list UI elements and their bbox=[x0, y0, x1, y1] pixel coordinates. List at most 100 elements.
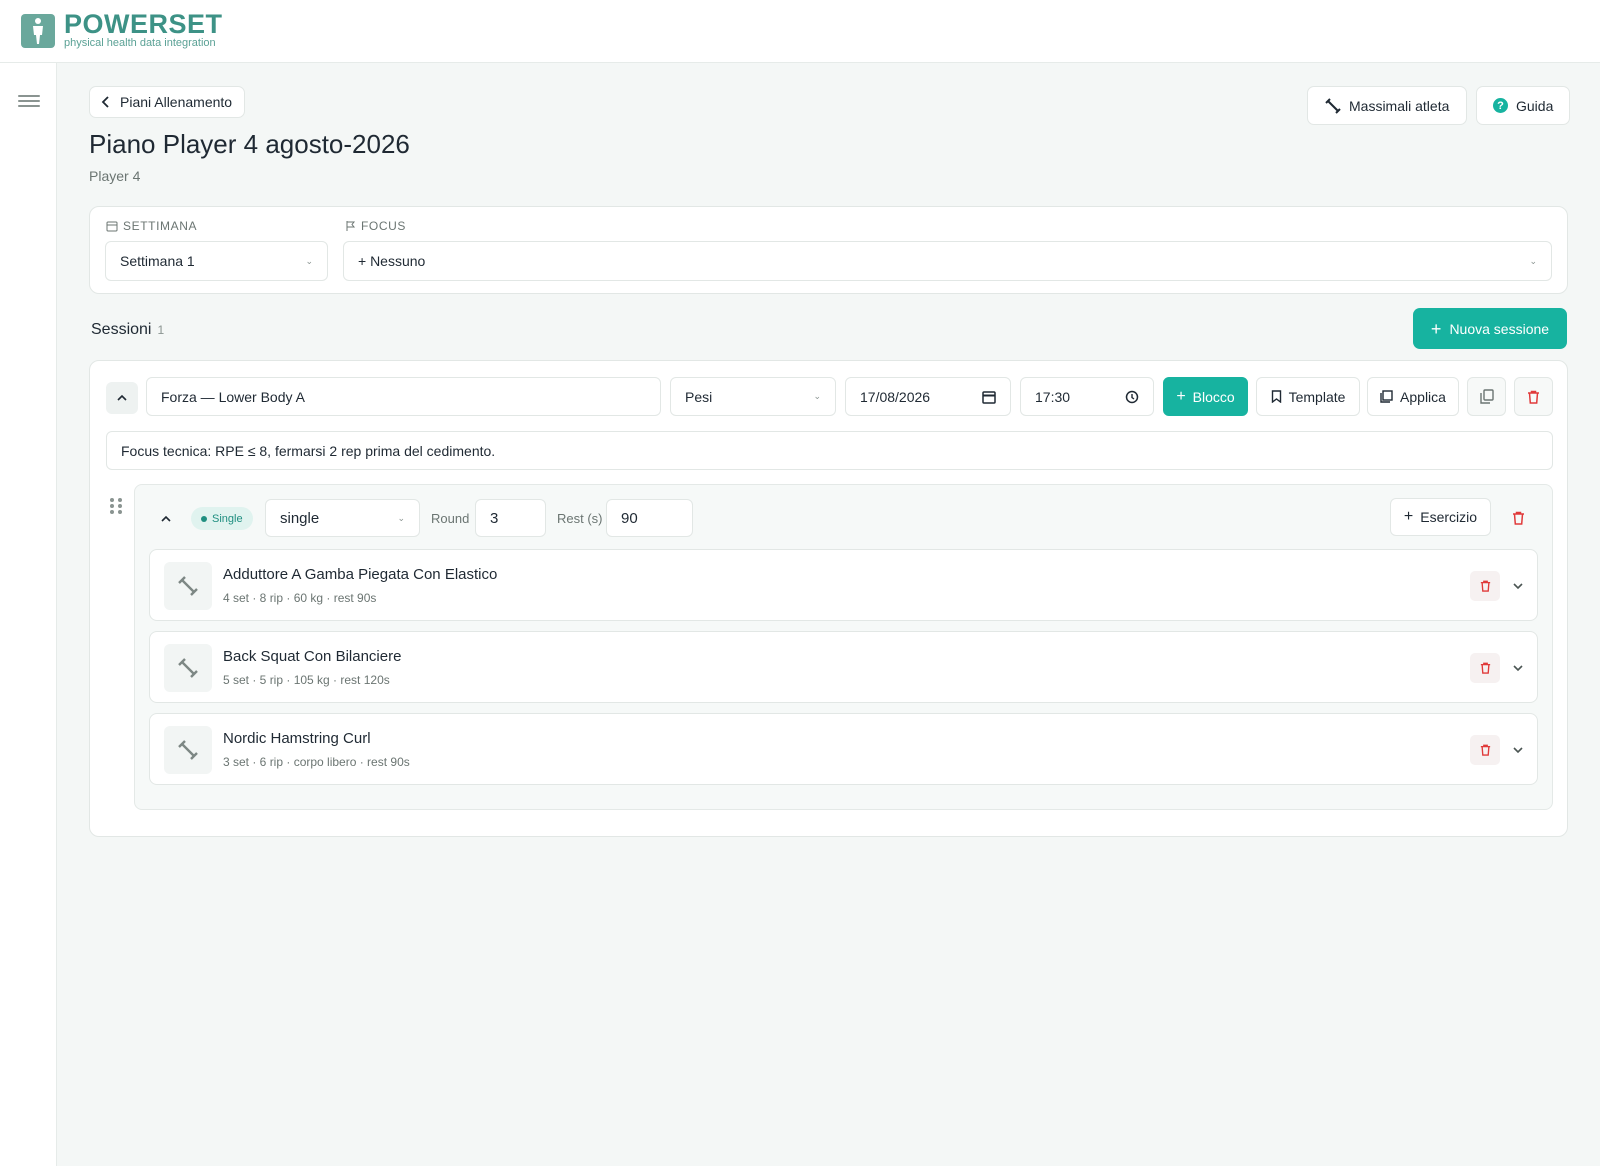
athlete-max-label: Massimali atleta bbox=[1349, 97, 1450, 114]
sessions-heading-text: Sessioni bbox=[91, 321, 152, 338]
template-label: Template bbox=[1288, 388, 1346, 405]
apply-label: Applica bbox=[1400, 388, 1446, 405]
chevron-up-icon bbox=[161, 515, 171, 522]
exercise-row[interactable]: Back Squat Con Bilanciere 5 set · 5 rip … bbox=[149, 631, 1538, 703]
plus-icon: + bbox=[1176, 387, 1186, 405]
exercise-name: Back Squat Con Bilanciere bbox=[223, 648, 402, 665]
week-select-value: Settimana 1 bbox=[120, 253, 195, 269]
collapse-session-button[interactable] bbox=[106, 382, 138, 414]
chevron-down-icon: ⌄ bbox=[397, 512, 405, 523]
add-block-label: Blocco bbox=[1192, 388, 1235, 405]
chevron-up-icon bbox=[117, 394, 127, 401]
dumbbell-icon bbox=[164, 726, 212, 774]
drag-handle-icon[interactable] bbox=[110, 498, 122, 514]
focus-select-value: + Nessuno bbox=[358, 253, 426, 269]
brand-name: POWERSET bbox=[64, 9, 223, 39]
round-input[interactable]: 3 bbox=[475, 499, 546, 537]
block-kind-value: single bbox=[280, 509, 320, 527]
week-select[interactable]: Settimana 1 ⌄ bbox=[105, 241, 328, 281]
dumbbell-icon bbox=[1325, 97, 1341, 114]
session-notes-input[interactable]: Focus tecnica: RPE ≤ 8, fermarsi 2 rep p… bbox=[106, 431, 1553, 470]
template-button[interactable]: Template bbox=[1256, 377, 1360, 416]
trash-icon bbox=[1480, 662, 1490, 674]
add-block-button[interactable]: + Blocco bbox=[1163, 377, 1248, 416]
plus-icon: + bbox=[1403, 508, 1414, 525]
trash-icon bbox=[1512, 511, 1524, 525]
top-bar: POWERSET physical health data integratio… bbox=[0, 0, 1600, 63]
page-subtitle: Player 4 bbox=[89, 168, 141, 184]
block-type-badge: Single bbox=[191, 507, 253, 530]
page-title: Piano Player 4 agosto-2026 bbox=[89, 129, 410, 159]
back-button-label: Piani Allenamento bbox=[120, 94, 233, 110]
week-label-text: SETTIMANA bbox=[123, 219, 198, 233]
focus-label-text: FOCUS bbox=[361, 219, 406, 233]
focus-filter-label: FOCUS bbox=[345, 219, 406, 233]
bookmark-icon bbox=[1271, 390, 1281, 403]
exercise-name: Adduttore A Gamba Piegata Con Elastico bbox=[223, 566, 498, 583]
session-notes-value: Focus tecnica: RPE ≤ 8, fermarsi 2 rep p… bbox=[121, 442, 496, 459]
session-time-input[interactable]: 17:30 bbox=[1020, 377, 1154, 416]
back-button[interactable]: Piani Allenamento bbox=[89, 86, 246, 118]
rest-label: Rest (s) bbox=[557, 511, 603, 526]
duplicate-session-button[interactable] bbox=[1467, 377, 1506, 416]
block-kind-select[interactable]: single ⌄ bbox=[265, 499, 420, 537]
rest-value: 90 bbox=[621, 509, 638, 527]
delete-session-button[interactable] bbox=[1514, 377, 1553, 416]
session-type-value: Pesi bbox=[685, 388, 713, 405]
collapse-block-button[interactable] bbox=[150, 503, 182, 535]
delete-exercise-button[interactable] bbox=[1470, 735, 1500, 765]
rest-input[interactable]: 90 bbox=[606, 499, 693, 537]
sidebar bbox=[0, 63, 57, 1166]
session-name-value: Forza — Lower Body A bbox=[161, 388, 305, 405]
calendar-icon bbox=[106, 221, 118, 232]
hamburger-menu-icon[interactable] bbox=[18, 92, 40, 110]
calendar-icon bbox=[982, 390, 996, 404]
flag-icon bbox=[346, 221, 356, 231]
round-value: 3 bbox=[490, 509, 499, 527]
new-session-button[interactable]: + Nuova sessione bbox=[1413, 308, 1567, 349]
block-type-badge-text: Single bbox=[212, 512, 243, 525]
session-date-value: 17/08/2026 bbox=[860, 388, 931, 405]
chevron-down-icon: ⌄ bbox=[305, 255, 313, 266]
session-date-input[interactable]: 17/08/2026 bbox=[845, 377, 1011, 416]
exercise-details: 4 set · 8 rip · 60 kg · rest 90s bbox=[223, 591, 377, 605]
add-exercise-button[interactable]: + Esercizio bbox=[1390, 498, 1491, 536]
chevron-left-icon bbox=[101, 96, 109, 108]
guide-button[interactable]: ? Guida bbox=[1476, 86, 1571, 125]
sessions-count: 1 bbox=[157, 323, 165, 337]
chevron-down-icon: ⌄ bbox=[1529, 255, 1537, 266]
session-time-value: 17:30 bbox=[1035, 388, 1071, 405]
trash-icon bbox=[1528, 390, 1539, 404]
session-name-input[interactable]: Forza — Lower Body A bbox=[146, 377, 661, 416]
week-filter-label: SETTIMANA bbox=[106, 219, 197, 233]
apply-button[interactable]: Applica bbox=[1367, 377, 1459, 416]
expand-exercise-icon[interactable] bbox=[1508, 658, 1528, 678]
delete-block-button[interactable] bbox=[1502, 502, 1534, 534]
athlete-max-button[interactable]: Massimali atleta bbox=[1307, 86, 1468, 125]
focus-select[interactable]: + Nessuno ⌄ bbox=[343, 241, 1552, 281]
clock-icon bbox=[1125, 390, 1139, 403]
delete-exercise-button[interactable] bbox=[1470, 571, 1500, 601]
delete-exercise-button[interactable] bbox=[1470, 653, 1500, 683]
new-session-label: Nuova sessione bbox=[1449, 320, 1550, 337]
dumbbell-icon bbox=[164, 562, 212, 610]
copy-icon bbox=[1479, 389, 1494, 404]
exercise-row[interactable]: Adduttore A Gamba Piegata Con Elastico 4… bbox=[149, 549, 1538, 621]
logo-icon bbox=[21, 14, 55, 48]
expand-exercise-icon[interactable] bbox=[1508, 576, 1528, 596]
session-type-select[interactable]: Pesi ⌄ bbox=[670, 377, 836, 416]
guide-label: Guida bbox=[1516, 97, 1554, 114]
exercise-details: 3 set · 6 rip · corpo libero · rest 90s bbox=[223, 755, 410, 769]
exercise-details: 5 set · 5 rip · 105 kg · rest 120s bbox=[223, 673, 390, 687]
trash-icon bbox=[1480, 580, 1490, 592]
brand-tagline: physical health data integration bbox=[64, 37, 216, 49]
expand-exercise-icon[interactable] bbox=[1508, 740, 1528, 760]
trash-icon bbox=[1480, 744, 1490, 756]
chevron-down-icon: ⌄ bbox=[813, 391, 821, 401]
plus-icon: + bbox=[1430, 318, 1442, 339]
exercise-row[interactable]: Nordic Hamstring Curl 3 set · 6 rip · co… bbox=[149, 713, 1538, 785]
round-label: Round bbox=[431, 511, 470, 526]
library-icon bbox=[1380, 390, 1393, 403]
sessions-heading: Sessioni 1 bbox=[91, 321, 164, 339]
add-exercise-label: Esercizio bbox=[1420, 509, 1478, 525]
